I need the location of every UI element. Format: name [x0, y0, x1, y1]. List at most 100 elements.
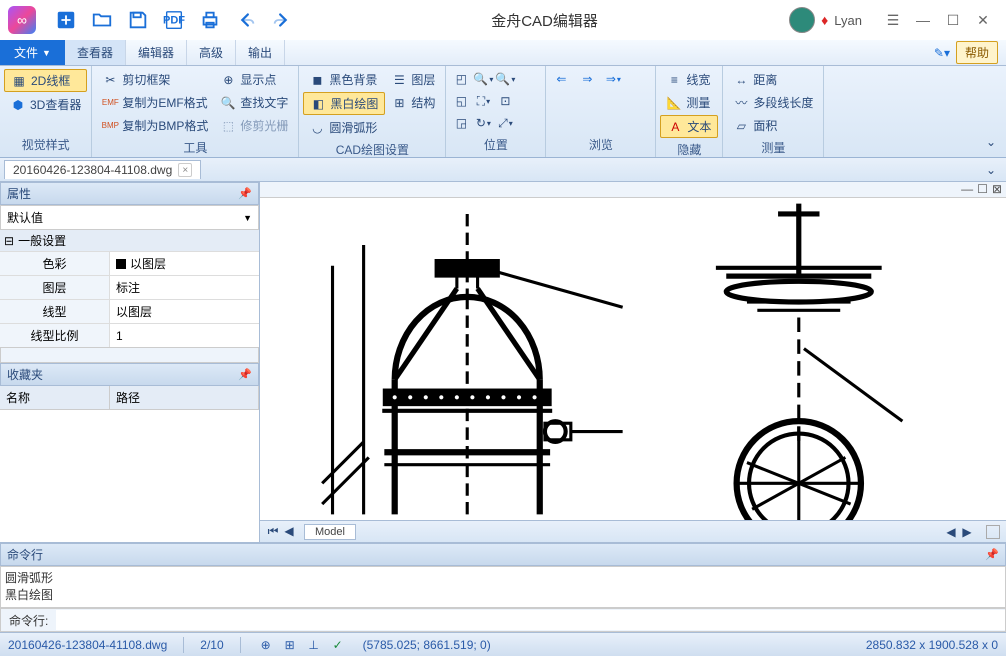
ribbon: ▦2D线框 ⬢3D查看器 视觉样式 ✂剪切框架 EMF复制为EMF格式 BMP复… — [0, 66, 1006, 158]
pos-btn-1[interactable]: ◰ — [450, 68, 472, 90]
command-input[interactable] — [56, 610, 1005, 630]
minimize-button[interactable]: — — [908, 7, 938, 33]
open-file-button[interactable] — [88, 6, 116, 34]
btn-copy-emf[interactable]: EMF复制为EMF格式 — [96, 92, 214, 113]
btn-bw-drawing[interactable]: ◧黑白绘图 — [303, 92, 385, 115]
scroll-right-icon[interactable]: ▶ — [960, 525, 974, 539]
pin-icon-3[interactable]: 📌 — [985, 548, 999, 561]
btn-clip-frame[interactable]: ✂剪切框架 — [96, 69, 214, 90]
btn-layers[interactable]: ☰图层 — [385, 69, 441, 90]
btn-smooth-arc[interactable]: ◡圆滑弧形 — [303, 117, 385, 138]
group-hide-label: 隐藏 — [660, 139, 718, 160]
prop-row-ltscale[interactable]: 线型比例1 — [0, 323, 259, 347]
tabstrip-expand-icon[interactable]: ⌄ — [980, 159, 1002, 181]
model-nav-first-icon[interactable]: ⏮ — [266, 524, 280, 539]
prop-row-linetype[interactable]: 线型以图层 — [0, 299, 259, 323]
command-panel: 命令行 📌 圆滑弧形 黑白绘图 命令行: — [0, 542, 1006, 632]
snap-icon-1[interactable]: ⊕ — [257, 636, 275, 654]
snap-icon-2[interactable]: ⊞ — [281, 636, 299, 654]
nav-right[interactable]: ⇒ — [576, 68, 598, 90]
color-swatch-icon — [116, 259, 126, 269]
file-tab-close-icon[interactable]: × — [178, 163, 192, 177]
btn-black-bg[interactable]: ◼黑色背景 — [303, 69, 385, 90]
status-filename: 20160426-123804-41108.dwg — [8, 638, 167, 652]
maximize-button[interactable]: ☐ — [938, 7, 968, 33]
save-button[interactable] — [124, 6, 152, 34]
nav-left[interactable]: ⇐ — [550, 68, 572, 90]
props-panel-header: 属性 📌 — [0, 182, 259, 205]
redo-button[interactable] — [268, 6, 296, 34]
file-menu-button[interactable]: 文件 ▼ — [0, 40, 65, 65]
avatar[interactable] — [789, 7, 815, 33]
pos-btn-4[interactable]: ◱ — [450, 90, 472, 112]
status-page: 2/10 — [200, 638, 223, 652]
group-tools-label: 工具 — [96, 137, 294, 158]
btn-measure-toggle[interactable]: 📐测量 — [660, 92, 718, 113]
tab-viewer[interactable]: 查看器 — [65, 40, 126, 65]
command-log-line: 黑白绘图 — [5, 586, 1001, 603]
model-nav-prev-icon[interactable]: ◀ — [282, 524, 296, 539]
favorites-list — [0, 410, 259, 542]
fav-col-name[interactable]: 名称 — [0, 386, 110, 409]
prop-row-layer[interactable]: 图层标注 — [0, 275, 259, 299]
help-button[interactable]: 帮助 — [956, 41, 998, 64]
title-bar: ∞ PDF 金舟CAD编辑器 ♦ Lyan ☰ — ☐ ✕ — [0, 0, 1006, 40]
btn-trim-raster[interactable]: ⬚修剪光栅 — [214, 115, 294, 136]
undo-button[interactable] — [232, 6, 260, 34]
app-title: 金舟CAD编辑器 — [300, 10, 789, 31]
print-button[interactable] — [196, 6, 224, 34]
group-visual-label: 视觉样式 — [4, 134, 87, 155]
gem-icon: ♦ — [821, 12, 828, 28]
pos-btn-3[interactable]: 🔍 — [494, 68, 516, 90]
command-input-row: 命令行: — [0, 608, 1006, 632]
canvas-close-icon[interactable]: ⊠ — [992, 182, 1002, 197]
user-name[interactable]: Lyan — [834, 13, 862, 28]
group-browse-label: 浏览 — [550, 134, 651, 155]
props-default-dropdown[interactable]: 默认值▼ — [0, 205, 259, 230]
btn-distance[interactable]: ↔距离 — [727, 69, 819, 90]
menu-button[interactable]: ☰ — [878, 7, 908, 33]
btn-polyline-length[interactable]: 〰多段线长度 — [727, 92, 819, 113]
snap-icon-3[interactable]: ⊥ — [305, 636, 323, 654]
pos-btn-5[interactable]: ⛶ — [472, 90, 494, 112]
btn-show-points[interactable]: ⊕显示点 — [214, 69, 294, 90]
canvas-min-icon[interactable]: — — [961, 182, 973, 197]
btn-area[interactable]: ▱面积 — [727, 115, 819, 136]
pos-btn-6[interactable]: ⊡ — [494, 90, 516, 112]
btn-copy-bmp[interactable]: BMP复制为BMP格式 — [96, 115, 214, 136]
tab-advanced[interactable]: 高级 — [187, 40, 236, 65]
btn-linewidth[interactable]: ≡线宽 — [660, 69, 718, 90]
pin-icon[interactable]: 📌 — [238, 187, 252, 200]
new-file-button[interactable] — [52, 6, 80, 34]
btn-3d-viewer[interactable]: ⬢3D查看器 — [4, 94, 87, 115]
fav-col-path[interactable]: 路径 — [110, 386, 259, 409]
snap-icon-4[interactable]: ✓ — [329, 636, 347, 654]
btn-find-text[interactable]: 🔍查找文字 — [214, 92, 294, 113]
btn-text-toggle[interactable]: A文本 — [660, 115, 718, 138]
export-pdf-button[interactable]: PDF — [160, 6, 188, 34]
pin-icon-2[interactable]: 📌 — [238, 368, 252, 381]
scroll-up-icon[interactable] — [986, 525, 1000, 539]
tab-output[interactable]: 输出 — [236, 40, 285, 65]
command-log-line: 圆滑弧形 — [5, 569, 1001, 586]
drawing-canvas[interactable] — [260, 198, 1006, 520]
tab-editor[interactable]: 编辑器 — [126, 40, 187, 65]
style-dropdown-icon[interactable]: ✎▾ — [934, 46, 950, 60]
props-group-general[interactable]: ⊟ 一般设置 — [0, 230, 259, 251]
status-snap-icons: ⊕ ⊞ ⊥ ✓ — [257, 636, 347, 654]
close-button[interactable]: ✕ — [968, 7, 998, 33]
model-tab[interactable]: Model — [304, 524, 356, 540]
prop-row-color[interactable]: 色彩以图层 — [0, 251, 259, 275]
btn-structure[interactable]: ⊞结构 — [385, 92, 441, 113]
pos-btn-7[interactable]: ◲ — [450, 112, 472, 134]
pos-btn-8[interactable]: ↻ — [472, 112, 494, 134]
scroll-left-icon[interactable]: ◀ — [944, 525, 958, 539]
canvas-max-icon[interactable]: ☐ — [977, 182, 988, 197]
pos-btn-2[interactable]: 🔍 — [472, 68, 494, 90]
pos-btn-9[interactable]: ⤢ — [494, 112, 516, 134]
btn-2d-wireframe[interactable]: ▦2D线框 — [4, 69, 87, 92]
file-tab-strip: 20160426-123804-41108.dwg × ⌄ — [0, 158, 1006, 182]
file-tab[interactable]: 20160426-123804-41108.dwg × — [4, 160, 201, 179]
nav-dd[interactable]: ⇒ — [602, 68, 624, 90]
ribbon-expand-icon[interactable]: ⌄ — [980, 131, 1002, 153]
